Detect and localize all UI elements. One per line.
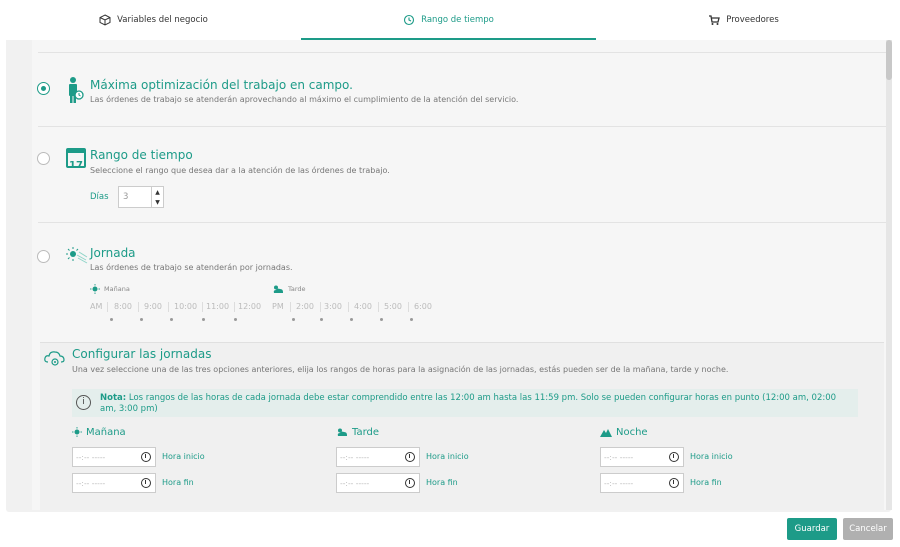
scrollbar[interactable] [886,40,892,510]
manana-start-input[interactable]: --:-- ----- [72,447,156,467]
hora-inicio-label: Hora inicio [426,452,469,461]
clock-icon[interactable] [405,452,415,462]
stepper-up-icon[interactable]: ▲ [152,187,163,197]
clock-icon[interactable] [405,478,415,488]
worker-clock-icon [69,77,84,103]
shift-title: Tarde [352,426,380,438]
clock-icon[interactable] [141,478,151,488]
tarde-start-input[interactable]: --:-- ----- [336,447,420,467]
note-text: Nota: Los rangos de las horas de cada jo… [100,393,837,414]
info-icon: i [76,395,91,410]
hora-inicio-label: Hora inicio [690,452,733,461]
note-box: i Nota: Los rangos de las horas de cada … [72,389,858,417]
shift-manana: Mañana --:-- ----- Hora inicio --:-- ---… [72,425,302,493]
dias-stepper[interactable]: 3 ▲ ▼ [118,186,164,208]
cloud-sun-icon [273,285,283,293]
hora-fin-label: Hora fin [162,478,194,487]
shift-tarde: Tarde --:-- ----- Hora inicio --:-- ----… [336,425,566,493]
content-area: Máxima optimización del trabajo en campo… [32,40,892,510]
option-description: Las órdenes de trabajo se atenderán por … [90,263,293,272]
shift-title: Mañana [86,426,126,438]
divider [38,222,888,223]
timeline-label: 8:00 [114,302,132,311]
settings-panel: Variables del negocio Rango de tiempo Pr… [6,0,892,512]
dias-label: Días [90,192,109,202]
timeline-label: 12:00 [238,302,262,311]
noche-start-input[interactable]: --:-- ----- [600,447,684,467]
timeline-label: 5:00 [384,302,402,311]
sun-icon [90,284,100,294]
timeline-label: 11:00 [206,302,230,311]
option-title: Máxima optimización del trabajo en campo… [90,78,353,92]
shift-title: Noche [616,426,648,438]
timeline-label: 3:00 [324,302,342,311]
timeline-label: 2:00 [296,302,314,311]
timeline-label: 6:00 [414,302,432,311]
calendar-icon: 17 [66,148,86,171]
noche-end-input[interactable]: --:-- ----- [600,473,684,493]
option-title: Jornada [90,246,136,260]
clock-icon[interactable] [669,452,679,462]
tab-variables-negocio[interactable]: Variables del negocio [6,0,301,40]
radio-rango-tiempo[interactable] [37,152,50,165]
save-button[interactable]: Guardar [787,518,837,540]
timeline-label: 9:00 [144,302,162,311]
sun-rays-icon [66,247,88,264]
cart-icon [709,15,721,25]
option-description: Las órdenes de trabajo se atenderán apro… [90,95,519,104]
clock-icon[interactable] [669,478,679,488]
tab-label: Rango de tiempo [421,15,494,25]
manana-label: Mañana [104,285,130,293]
tab-bar: Variables del negocio Rango de tiempo Pr… [6,0,891,40]
tarde-label: Tarde [288,285,306,293]
cube-icon [99,14,111,26]
cloud-sun-icon [337,428,347,436]
clock-icon[interactable] [141,452,151,462]
stepper-down-icon[interactable]: ▼ [152,197,163,207]
divider [38,126,888,127]
divider [38,52,888,53]
tab-label: Proveedores [726,15,779,25]
timeline-label: 10:00 [174,302,198,311]
cancel-button[interactable]: Cancelar [843,518,893,540]
radio-maxima-optimizacion[interactable] [37,82,50,95]
tab-proveedores[interactable]: Proveedores [596,0,891,40]
timeline-label: 4:00 [354,302,372,311]
cloud-gear-icon [44,351,65,366]
hora-fin-label: Hora fin [426,478,458,487]
calendar-day: 17 [69,160,83,171]
timeline-label: PM [272,302,284,311]
radio-jornada[interactable] [37,250,50,263]
config-jornadas-section: Configurar las jornadas Una vez seleccio… [40,342,884,510]
history-icon [404,14,415,26]
config-description: Una vez seleccione una de las tres opcio… [72,365,729,374]
sun-icon [72,427,82,437]
option-title: Rango de tiempo [90,148,193,162]
dias-value: 3 [123,192,129,202]
option-description: Seleccione el rango que desea dar a la a… [90,166,390,175]
timeline-label: AM [90,302,103,311]
config-title: Configurar las jornadas [72,347,212,361]
hora-fin-label: Hora fin [690,478,722,487]
tarde-end-input[interactable]: --:-- ----- [336,473,420,493]
tab-label: Variables del negocio [117,15,208,25]
tab-rango-tiempo[interactable]: Rango de tiempo [301,0,596,40]
manana-end-input[interactable]: --:-- ----- [72,473,156,493]
mountain-icon [600,429,612,437]
hora-inicio-label: Hora inicio [162,452,205,461]
shift-noche: Noche --:-- ----- Hora inicio --:-- ----… [600,425,830,493]
scrollbar-thumb[interactable] [886,40,892,80]
